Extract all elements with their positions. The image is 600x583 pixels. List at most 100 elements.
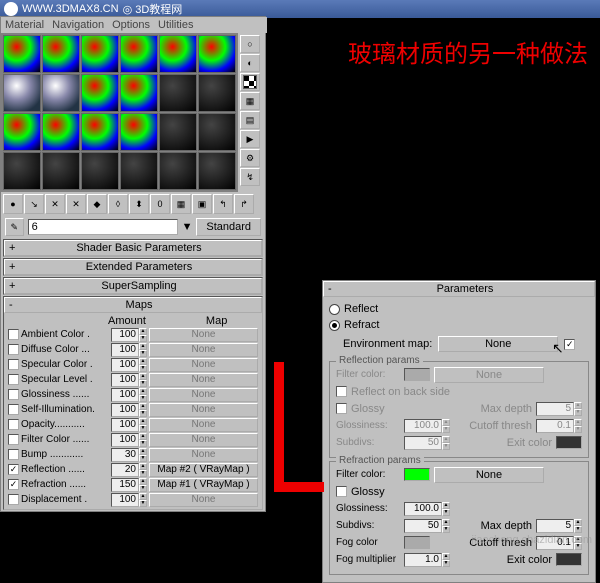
amount-input[interactable]: 100: [111, 373, 139, 387]
spin-down-icon[interactable]: ▼: [139, 440, 147, 447]
material-slot[interactable]: [3, 35, 41, 73]
material-slot[interactable]: [81, 35, 119, 73]
select-by-mat-icon[interactable]: ↯: [240, 168, 260, 186]
put-to-library-icon[interactable]: ⬍: [129, 194, 149, 214]
material-id-icon[interactable]: 0: [150, 194, 170, 214]
spin-down-icon[interactable]: ▼: [574, 409, 582, 416]
material-name-input[interactable]: [28, 219, 178, 235]
map-slot-button[interactable]: None: [149, 373, 258, 387]
backside-checkbox[interactable]: [336, 386, 347, 397]
map-checkbox[interactable]: [8, 464, 19, 475]
reset-icon[interactable]: ✕: [66, 194, 86, 214]
rollout-header[interactable]: -Parameters: [323, 281, 595, 297]
make-unique-icon[interactable]: ◊: [108, 194, 128, 214]
env-checkbox[interactable]: [564, 339, 575, 350]
filter-color-swatch[interactable]: [404, 468, 430, 481]
filter-map-button[interactable]: None: [434, 367, 544, 383]
go-forward-icon[interactable]: ↱: [234, 194, 254, 214]
subdivs-input[interactable]: 50: [404, 436, 442, 450]
material-type-button[interactable]: Standard: [196, 218, 261, 236]
glossy-checkbox[interactable]: [336, 403, 347, 414]
make-preview-icon[interactable]: ▶: [240, 130, 260, 148]
amount-input[interactable]: 100: [111, 388, 139, 402]
exit-color-swatch[interactable]: [556, 553, 582, 566]
amount-input[interactable]: 100: [111, 358, 139, 372]
rollout-header[interactable]: +Shader Basic Parameters: [4, 240, 262, 256]
exit-color-swatch[interactable]: [556, 436, 582, 449]
spin-down-icon[interactable]: ▼: [139, 410, 147, 417]
map-slot-button[interactable]: Map #2 ( VRayMap ): [149, 463, 258, 477]
mode-reflect-row[interactable]: Reflect: [329, 301, 589, 317]
map-checkbox[interactable]: [8, 494, 19, 505]
dropdown-arrow-icon[interactable]: ▼: [182, 221, 193, 233]
make-copy-icon[interactable]: ◆: [87, 194, 107, 214]
material-slot[interactable]: [42, 113, 80, 151]
spin-up-icon[interactable]: ▲: [139, 463, 147, 470]
maxdepth-input[interactable]: 5: [536, 519, 574, 533]
put-to-scene-icon[interactable]: ↘: [24, 194, 44, 214]
spin-down-icon[interactable]: ▼: [139, 455, 147, 462]
fog-color-swatch[interactable]: [404, 536, 430, 549]
material-slot[interactable]: [198, 113, 236, 151]
material-slot[interactable]: [159, 152, 197, 190]
map-checkbox[interactable]: [8, 389, 19, 400]
menu-options[interactable]: Options: [112, 19, 150, 31]
map-slot-button[interactable]: None: [149, 403, 258, 417]
show-map-icon[interactable]: ▦: [171, 194, 191, 214]
go-parent-icon[interactable]: ↰: [213, 194, 233, 214]
spin-up-icon[interactable]: ▲: [139, 343, 147, 350]
spin-down-icon[interactable]: ▼: [139, 485, 147, 492]
spin-up-icon[interactable]: ▲: [139, 403, 147, 410]
material-slot[interactable]: [42, 152, 80, 190]
amount-input[interactable]: 100: [111, 493, 139, 507]
map-slot-button[interactable]: None: [149, 418, 258, 432]
assign-icon[interactable]: ✕: [45, 194, 65, 214]
fogmult-input[interactable]: 1.0: [404, 553, 442, 567]
sample-type-icon[interactable]: ○: [240, 35, 260, 53]
map-slot-button[interactable]: None: [149, 448, 258, 462]
map-checkbox[interactable]: [8, 374, 19, 385]
spin-down-icon[interactable]: ▼: [139, 380, 147, 387]
spin-down-icon[interactable]: ▼: [139, 350, 147, 357]
map-checkbox[interactable]: [8, 404, 19, 415]
spin-down-icon[interactable]: ▼: [139, 470, 147, 477]
map-slot-button[interactable]: None: [149, 433, 258, 447]
map-checkbox[interactable]: [8, 329, 19, 340]
sample-uv-icon[interactable]: ▦: [240, 92, 260, 110]
material-slot[interactable]: [159, 35, 197, 73]
amount-input[interactable]: 20: [111, 463, 139, 477]
spin-up-icon[interactable]: ▲: [139, 358, 147, 365]
spin-down-icon[interactable]: ▼: [139, 425, 147, 432]
amount-input[interactable]: 30: [111, 448, 139, 462]
amount-input[interactable]: 100: [111, 433, 139, 447]
material-slot[interactable]: [81, 74, 119, 112]
map-checkbox[interactable]: [8, 434, 19, 445]
material-slot[interactable]: [81, 152, 119, 190]
rollout-header[interactable]: -Maps: [4, 297, 262, 313]
glossy-checkbox[interactable]: [336, 486, 347, 497]
amount-input[interactable]: 100: [111, 343, 139, 357]
material-slot[interactable]: [81, 113, 119, 151]
material-slot[interactable]: [120, 35, 158, 73]
cutoff-input[interactable]: 0.1: [536, 419, 574, 433]
show-end-result-icon[interactable]: ▣: [192, 194, 212, 214]
subdivs-input[interactable]: 50: [404, 519, 442, 533]
amount-input[interactable]: 150: [111, 478, 139, 492]
material-slot[interactable]: [120, 152, 158, 190]
menu-material[interactable]: Material: [5, 19, 44, 31]
map-slot-button[interactable]: None: [149, 328, 258, 342]
material-slot[interactable]: [120, 74, 158, 112]
maxdepth-input[interactable]: 5: [536, 402, 574, 416]
environment-map-button[interactable]: None: [438, 336, 558, 352]
map-checkbox[interactable]: [8, 344, 19, 355]
spin-up-icon[interactable]: ▲: [139, 418, 147, 425]
options-icon[interactable]: ⚙: [240, 149, 260, 167]
amount-input[interactable]: 100: [111, 418, 139, 432]
spin-up-icon[interactable]: ▲: [139, 493, 147, 500]
spin-up-icon[interactable]: ▲: [139, 448, 147, 455]
material-slot[interactable]: [198, 35, 236, 73]
spin-up-icon[interactable]: ▲: [139, 478, 147, 485]
filter-color-swatch[interactable]: [404, 368, 430, 381]
material-slot[interactable]: [120, 113, 158, 151]
spin-up-icon[interactable]: ▲: [139, 328, 147, 335]
